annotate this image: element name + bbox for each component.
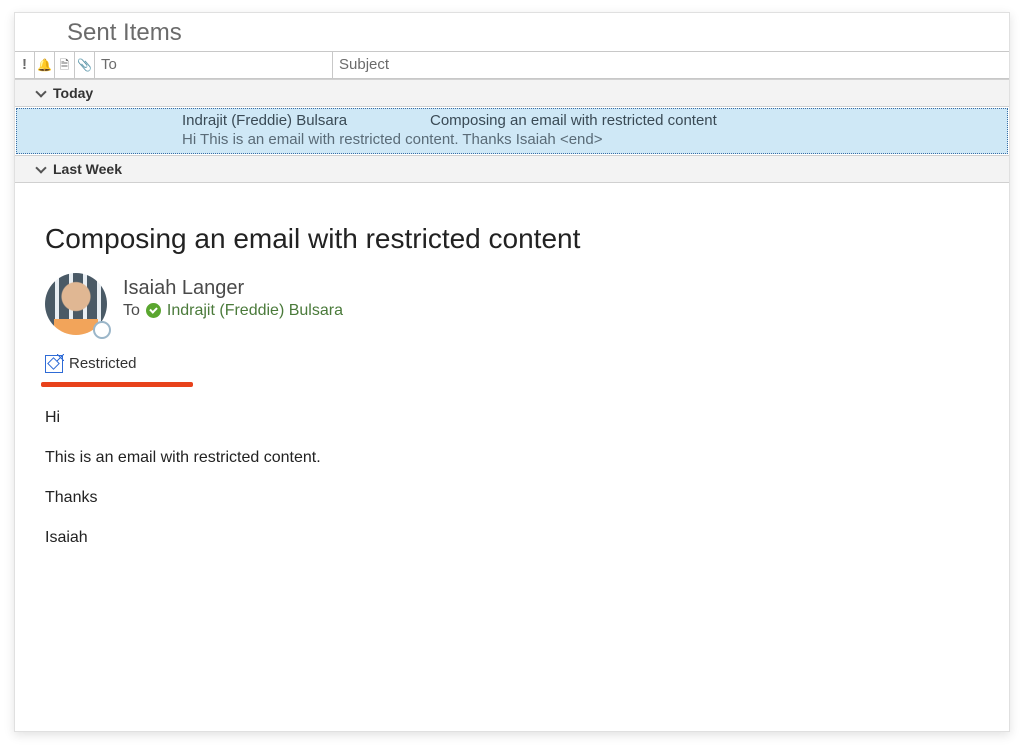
sender-block: Isaiah Langer To Indrajit (Freddie) Buls… <box>45 273 979 335</box>
message-list-header[interactable]: To Subject <box>15 51 1009 79</box>
body-paragraph: Isaiah <box>45 529 979 547</box>
restricted-icon <box>45 355 63 373</box>
reminder-column-icon[interactable] <box>35 52 55 78</box>
message-row-subject: Composing an email with restricted conte… <box>430 112 997 131</box>
mail-body: Hi This is an email with restricted cont… <box>45 409 979 547</box>
main-panel: Sent Items To Subject Today Indrajit (Fr… <box>14 12 1010 732</box>
chevron-down-icon <box>35 87 47 99</box>
to-label: To <box>123 302 140 320</box>
message-row-to: Indrajit (Freddie) Bulsara <box>182 112 430 131</box>
chevron-down-icon <box>35 163 47 175</box>
truncated-row-indicator <box>15 183 1009 201</box>
group-header-last-week[interactable]: Last Week <box>15 155 1009 183</box>
sensitivity-label[interactable]: Restricted <box>45 355 137 373</box>
item-type-column-icon[interactable] <box>55 52 75 78</box>
group-label: Today <box>53 85 93 101</box>
subject-column-header[interactable]: Subject <box>333 52 1009 78</box>
reading-subject: Composing an email with restricted conte… <box>45 223 979 255</box>
sensitivity-text: Restricted <box>69 355 137 372</box>
annotation-underline <box>41 382 193 387</box>
recipient-line: To Indrajit (Freddie) Bulsara <box>123 302 343 320</box>
group-header-today[interactable]: Today <box>15 79 1009 107</box>
sender-name[interactable]: Isaiah Langer <box>123 277 343 300</box>
message-row-preview: Hi This is an email with restricted cont… <box>182 131 997 150</box>
presence-available-icon <box>146 303 161 318</box>
to-column-header[interactable]: To <box>95 52 333 78</box>
folder-title: Sent Items <box>15 13 1009 51</box>
body-paragraph: This is an email with restricted content… <box>45 449 979 467</box>
presence-ring-icon <box>93 321 111 339</box>
recipient-name[interactable]: Indrajit (Freddie) Bulsara <box>167 302 343 320</box>
importance-column-icon[interactable] <box>15 52 35 78</box>
body-paragraph: Thanks <box>45 489 979 507</box>
reading-pane: Composing an email with restricted conte… <box>15 201 1009 732</box>
group-label: Last Week <box>53 161 122 177</box>
outlook-sent-items-view: Sent Items To Subject Today Indrajit (Fr… <box>0 0 1024 755</box>
attachment-column-icon[interactable] <box>75 52 95 78</box>
sender-avatar[interactable] <box>45 273 107 335</box>
sender-metadata: Isaiah Langer To Indrajit (Freddie) Buls… <box>123 273 343 320</box>
body-paragraph: Hi <box>45 409 979 427</box>
message-row-selected[interactable]: Indrajit (Freddie) Bulsara Composing an … <box>16 108 1008 154</box>
